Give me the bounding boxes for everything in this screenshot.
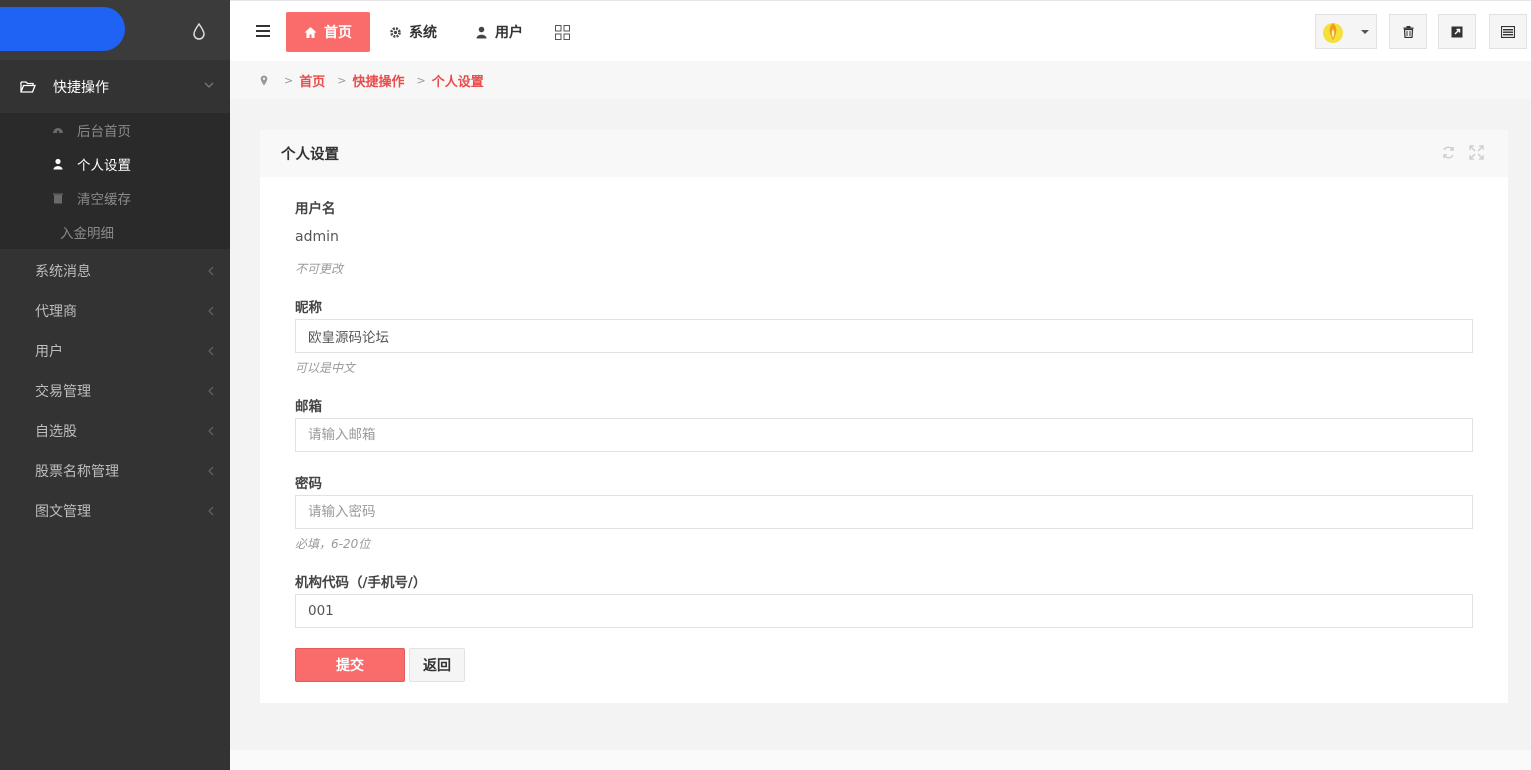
sidebar-item-label: 自选股 [35,424,77,440]
caret-down-icon [1361,29,1369,34]
sidebar-item-system-messages[interactable]: 系统消息 [0,251,230,291]
chevron-left-icon [208,346,214,356]
breadcrumb-home[interactable]: 首页 [299,71,325,90]
sidebar-item-articles[interactable]: 图文管理 [0,491,230,531]
email-label: 邮箱 [295,399,322,415]
user-icon [476,26,487,38]
sidebar-item-clear-cache[interactable]: 清空缓存 [0,181,230,215]
fullscreen-icon[interactable] [1469,145,1484,160]
tab-label: 首页 [324,25,352,41]
dashboard-icon [53,128,63,134]
external-link-icon [1451,26,1463,37]
username-label: 用户名 [295,201,336,217]
clear-cache-button[interactable] [1389,14,1427,49]
breadcrumb-separator: > [284,73,294,87]
menu-toggle-icon[interactable] [256,25,270,37]
sidebar-item-label: 个人设置 [77,158,131,174]
trash-icon [53,193,63,204]
nickname-help: 可以是中文 [295,361,356,375]
nickname-label: 昵称 [295,300,322,316]
sidebar-group-label: 快捷操作 [53,79,109,96]
breadcrumb-separator: > [416,73,426,87]
sidebar-item-dashboard[interactable]: 后台首页 [0,113,230,147]
sidebar-item-profile[interactable]: 个人设置 [0,147,230,181]
chevron-left-icon [208,306,214,316]
sidebar: 快捷操作 后台首页 个人设置 清空缓存 入金明细 系统消息 代理商 用户 交易管… [0,0,230,770]
chevron-left-icon [208,466,214,476]
sidebar-group-quick-ops[interactable]: 快捷操作 [0,60,230,113]
sidebar-item-label: 用户 [35,344,63,360]
user-icon [53,158,63,170]
password-field[interactable] [295,495,1473,529]
breadcrumb: > 首页 > 快捷操作 > 个人设置 [230,61,1531,99]
home-icon [304,26,317,38]
panel-title: 个人设置 [281,147,339,163]
breadcrumb-separator: > [337,73,347,87]
sidebar-item-users[interactable]: 用户 [0,331,230,371]
map-pin-icon [260,75,268,85]
refresh-icon[interactable] [1441,145,1456,160]
sidebar-item-label: 清空缓存 [77,192,131,208]
back-button[interactable]: 返回 [409,648,465,682]
chevron-left-icon [208,386,214,396]
panel-tools [1441,145,1484,160]
user-avatar-dropdown[interactable] [1315,14,1377,49]
submit-button[interactable]: 提交 [295,648,405,682]
username-help: 不可更改 [295,262,344,276]
top-bar: 首页 系统 用户 [230,0,1531,61]
tab-label: 用户 [495,25,523,41]
tab-label: 系统 [409,25,437,41]
apps-grid-icon[interactable] [555,25,570,40]
logo[interactable] [0,7,125,51]
theme-drop-icon[interactable] [190,22,208,40]
trash-icon [1403,25,1413,38]
sidebar-item-label: 股票名称管理 [35,464,119,480]
orgcode-label: 机构代码（/手机号/） [295,575,427,591]
profile-panel: 个人设置 用户名 admin 不可更改 昵称 可以是中文 邮箱 密码 必填，6-… [260,130,1508,703]
folder-open-icon [20,80,36,93]
sidebar-submenu: 后台首页 个人设置 清空缓存 入金明细 [0,113,230,249]
sidebar-item-label: 系统消息 [35,264,91,280]
sidebar-item-label: 图文管理 [35,504,91,520]
chevron-left-icon [208,266,214,276]
logo-area [0,0,230,60]
sidebar-item-label: 交易管理 [35,384,91,400]
tab-system[interactable]: 系统 [389,12,437,52]
breadcrumb-current[interactable]: 个人设置 [432,71,484,90]
sidebar-item-trades[interactable]: 交易管理 [0,371,230,411]
footer-strip [230,750,1531,770]
settings-panel-button[interactable] [1489,14,1527,49]
username-value: admin [295,229,339,245]
sidebar-item-deposit-detail[interactable]: 入金明细 [0,215,230,249]
breadcrumb-quick-ops[interactable]: 快捷操作 [352,71,404,90]
orgcode-field[interactable] [295,594,1473,628]
sidebar-item-agents[interactable]: 代理商 [0,291,230,331]
sidebar-item-label: 后台首页 [77,124,131,140]
avatar [1323,22,1343,43]
password-label: 密码 [295,476,322,492]
tab-users[interactable]: 用户 [475,12,523,52]
tab-home[interactable]: 首页 [286,12,370,52]
sidebar-item-watchlist[interactable]: 自选股 [0,411,230,451]
chevron-left-icon [208,426,214,436]
chevron-down-icon [204,82,214,88]
sidebar-item-stock-names[interactable]: 股票名称管理 [0,451,230,491]
sidebar-item-label: 代理商 [35,304,77,320]
sidebar-item-label: 入金明细 [60,226,114,242]
list-settings-icon [1501,25,1515,38]
chevron-left-icon [208,506,214,516]
open-frontend-button[interactable] [1438,14,1476,49]
email-field[interactable] [295,418,1473,452]
panel-header: 个人设置 [260,130,1508,177]
password-help: 必填，6-20位 [295,537,371,551]
nickname-field[interactable] [295,319,1473,353]
gear-icon [390,26,401,38]
